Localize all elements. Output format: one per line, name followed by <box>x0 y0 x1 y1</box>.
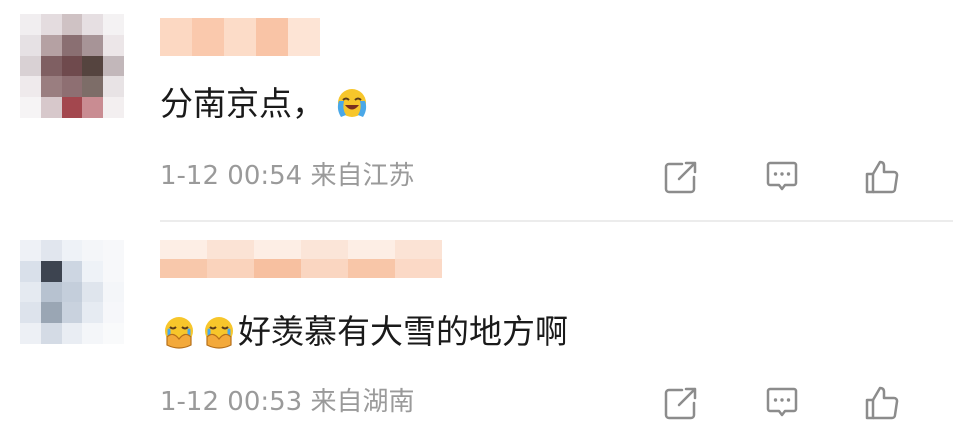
comment-icon <box>766 161 798 191</box>
reply-button[interactable] <box>762 157 802 197</box>
comment-actions <box>0 157 953 197</box>
comment-actions <box>0 383 953 423</box>
tears-of-joy-emoji <box>333 85 371 123</box>
share-button[interactable] <box>661 383 701 423</box>
comment-item: 分南京点， 1-12 00:54 来自江苏 <box>0 0 953 222</box>
reply-button[interactable] <box>762 383 802 423</box>
thumbs-up-icon <box>865 386 899 420</box>
username[interactable] <box>160 18 320 56</box>
thumbs-up-icon <box>865 160 899 194</box>
comment-text-content: 分南京点， <box>160 84 325 123</box>
avatar[interactable] <box>20 14 124 118</box>
crying-hands-emoji <box>160 313 198 351</box>
share-button[interactable] <box>661 157 701 197</box>
comment-text: 分南京点， <box>160 84 371 124</box>
comment-icon <box>766 387 798 417</box>
like-button[interactable] <box>862 383 902 423</box>
comment-item: 好羡慕有大雪的地方啊 1-12 00:53 来自湖南 <box>0 222 953 435</box>
like-button[interactable] <box>862 157 902 197</box>
avatar[interactable] <box>20 240 124 344</box>
share-icon <box>664 387 697 420</box>
crying-hands-emoji <box>200 313 238 351</box>
comment-text: 好羡慕有大雪的地方啊 <box>160 312 568 352</box>
share-icon <box>664 161 697 194</box>
username[interactable] <box>160 240 442 278</box>
comment-text-content: 好羡慕有大雪的地方啊 <box>238 312 568 351</box>
